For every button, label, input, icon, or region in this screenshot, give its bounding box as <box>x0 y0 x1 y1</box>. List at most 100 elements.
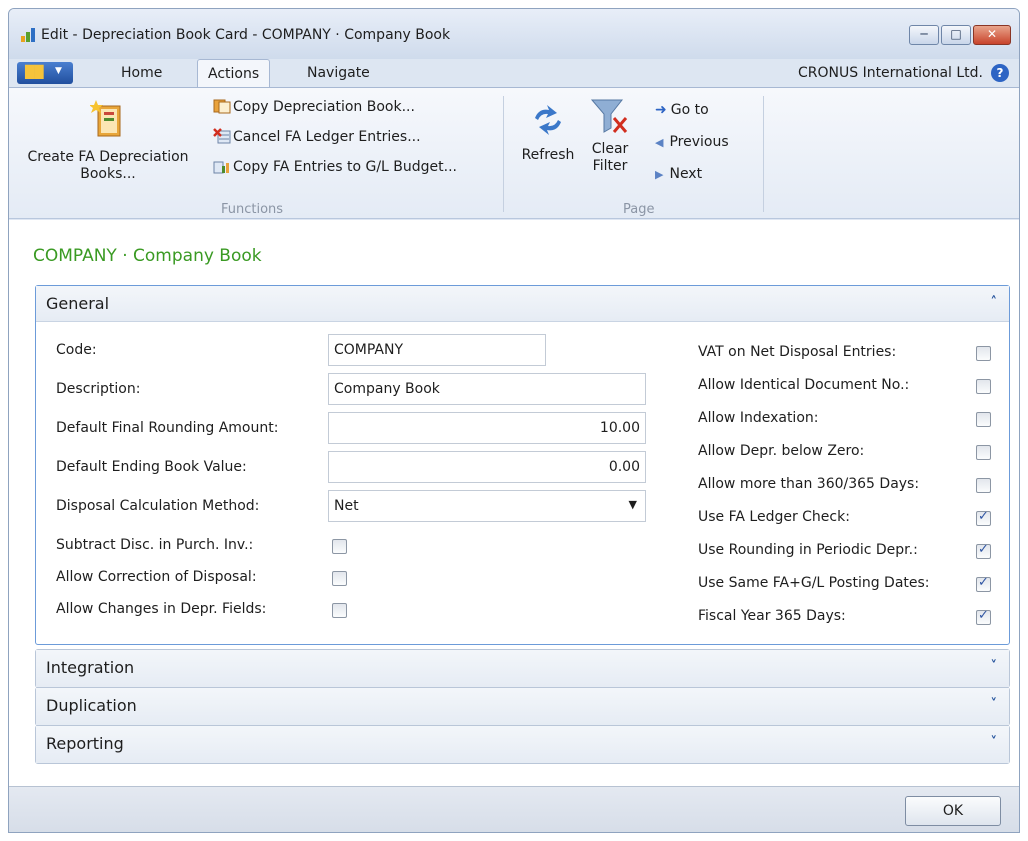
fiscal-year-label: Fiscal Year 365 Days: <box>698 608 846 624</box>
cancel-fa-ledger-entries-button[interactable]: Cancel FA Ledger Entries... <box>213 128 421 145</box>
cancel-entries-icon <box>213 128 231 144</box>
allow-correction-label: Allow Correction of Disposal: <box>56 569 257 585</box>
title-bar: Edit - Depreciation Book Card - COMPANY … <box>9 9 1019 59</box>
copy-depreciation-book-button[interactable]: Copy Depreciation Book... <box>213 98 415 115</box>
clear-filter-icon <box>590 99 628 133</box>
arrow-right-icon: ➜ <box>655 102 667 118</box>
depr-below-zero-label: Allow Depr. below Zero: <box>698 443 865 459</box>
previous-icon: ◀ <box>655 136 664 149</box>
subtract-disc-checkbox[interactable] <box>332 539 347 554</box>
fa-ledger-check-label: Use FA Ledger Check: <box>698 509 850 525</box>
same-posting-dates-checkbox[interactable]: ✓ <box>976 575 991 592</box>
company-name: CRONUS International Ltd. <box>797 65 983 81</box>
allow-changes-label: Allow Changes in Depr. Fields: <box>56 601 267 617</box>
tab-home[interactable]: Home <box>121 65 162 81</box>
disposal-method-value: Net <box>334 498 359 514</box>
check-mark-icon: ✓ <box>978 542 989 557</box>
vat-net-disposal-checkbox[interactable] <box>976 346 991 361</box>
identical-document-checkbox[interactable] <box>976 379 991 394</box>
window-title: Edit - Depreciation Book Card - COMPANY … <box>41 27 451 43</box>
fa-ledger-check-checkbox[interactable]: ✓ <box>976 509 991 526</box>
ribbon-separator <box>503 96 504 212</box>
dialog-footer: OK <box>9 786 1019 832</box>
new-book-icon <box>89 100 121 137</box>
copy-depreciation-book-label: Copy Depreciation Book... <box>233 99 415 115</box>
chevron-down-icon: ▼ <box>55 66 62 76</box>
description-field[interactable]: Company Book <box>328 373 646 405</box>
minimize-button[interactable]: ─ <box>909 25 939 45</box>
chevron-down-icon: ˅ <box>990 659 998 674</box>
page-group-label: Page <box>623 202 655 217</box>
next-button[interactable]: ▶ Next <box>655 166 702 182</box>
fasttab-integration-header[interactable]: Integration ˅ <box>36 650 1009 687</box>
vat-net-disposal-label: VAT on Net Disposal Entries: <box>698 344 897 360</box>
clear-filter-button[interactable]: Clear Filter <box>585 96 635 175</box>
subtract-disc-label: Subtract Disc. in Purch. Inv.: <box>56 537 254 553</box>
tab-navigate[interactable]: Navigate <box>307 65 370 81</box>
fasttab-integration-title: Integration <box>46 658 135 677</box>
fiscal-year-checkbox[interactable]: ✓ <box>976 608 991 625</box>
fasttab-general-header[interactable]: General ˄ <box>36 286 1009 322</box>
allow-changes-checkbox[interactable] <box>332 603 347 618</box>
page-title: COMPANY · Company Book <box>33 246 262 266</box>
disposal-method-select[interactable]: Net ▼ <box>328 490 646 522</box>
refresh-icon <box>535 105 561 135</box>
rounding-amount-field[interactable]: 10.00 <box>328 412 646 444</box>
fasttab-duplication-title: Duplication <box>46 696 137 715</box>
create-fa-depreciation-books-button[interactable]: Create FA Depreciation Books... <box>13 98 203 183</box>
previous-label: Previous <box>669 134 729 150</box>
chevron-down-icon: ˅ <box>990 697 998 712</box>
fasttab-general: General ˄ Code: COMPANY Description: Com… <box>35 285 1010 645</box>
close-button[interactable]: ✕ <box>973 25 1011 45</box>
fasttab-reporting[interactable]: Reporting ˅ <box>35 725 1010 764</box>
more-than-360-label: Allow more than 360/365 Days: <box>698 476 920 492</box>
copy-fa-entries-label: Copy FA Entries to G/L Budget... <box>233 159 457 175</box>
fasttab-duplication-header[interactable]: Duplication ˅ <box>36 688 1009 725</box>
ending-book-value-label: Default Ending Book Value: <box>56 459 247 475</box>
clear-filter-label: Clear Filter <box>591 141 629 174</box>
allow-indexation-checkbox[interactable] <box>976 412 991 427</box>
ribbon-separator-2 <box>763 96 764 212</box>
chevron-down-icon: ˅ <box>990 735 998 750</box>
fasttab-reporting-header[interactable]: Reporting ˅ <box>36 726 1009 763</box>
fasttab-general-title: General <box>46 294 110 313</box>
application-menu-button[interactable]: ██ ▼ <box>17 62 73 84</box>
check-mark-icon: ✓ <box>978 608 989 623</box>
refresh-button[interactable]: Refresh <box>515 104 581 164</box>
create-fa-depreciation-books-label: Create FA Depreciation Books... <box>27 149 189 182</box>
ending-book-value-field[interactable]: 0.00 <box>328 451 646 483</box>
dynamics-logo-icon <box>21 28 35 42</box>
window-controls: ─ □ ✕ <box>907 25 1011 45</box>
fasttab-reporting-title: Reporting <box>46 734 124 753</box>
next-icon: ▶ <box>655 168 664 181</box>
copy-book-icon <box>213 99 231 114</box>
same-posting-dates-label: Use Same FA+G/L Posting Dates: <box>698 575 930 591</box>
identical-document-label: Allow Identical Document No.: <box>698 377 910 393</box>
fasttab-integration[interactable]: Integration ˅ <box>35 649 1010 688</box>
description-label: Description: <box>56 381 141 397</box>
ribbon: Create FA Depreciation Books... Copy Dep… <box>9 87 1019 219</box>
go-to-button[interactable]: ➜ Go to <box>655 102 709 118</box>
ok-button[interactable]: OK <box>905 796 1001 826</box>
code-label: Code: <box>56 342 97 358</box>
help-icon[interactable]: ? <box>991 64 1009 82</box>
depr-below-zero-checkbox[interactable] <box>976 445 991 460</box>
rounding-periodic-label: Use Rounding in Periodic Depr.: <box>698 542 918 558</box>
budget-icon <box>213 161 229 174</box>
chevron-up-icon: ˄ <box>990 295 998 310</box>
rounding-periodic-checkbox[interactable]: ✓ <box>976 542 991 559</box>
maximize-button[interactable]: □ <box>941 25 971 45</box>
dropdown-arrow-icon: ▼ <box>628 498 637 511</box>
more-than-360-checkbox[interactable] <box>976 478 991 493</box>
fasttab-duplication[interactable]: Duplication ˅ <box>35 687 1010 726</box>
refresh-label: Refresh <box>521 147 575 163</box>
code-field[interactable]: COMPANY <box>328 334 546 366</box>
tab-actions[interactable]: Actions <box>197 59 271 89</box>
allow-correction-checkbox[interactable] <box>332 571 347 586</box>
copy-fa-entries-to-gl-budget-button[interactable]: Copy FA Entries to G/L Budget... <box>213 158 457 175</box>
cancel-fa-ledger-entries-label: Cancel FA Ledger Entries... <box>233 129 421 145</box>
ribbon-tab-row: ██ ▼ Home Actions Navigate CRONUS Intern… <box>9 59 1019 89</box>
previous-button[interactable]: ◀ Previous <box>655 134 729 150</box>
next-label: Next <box>669 166 703 182</box>
maximize-icon: □ <box>950 27 962 41</box>
